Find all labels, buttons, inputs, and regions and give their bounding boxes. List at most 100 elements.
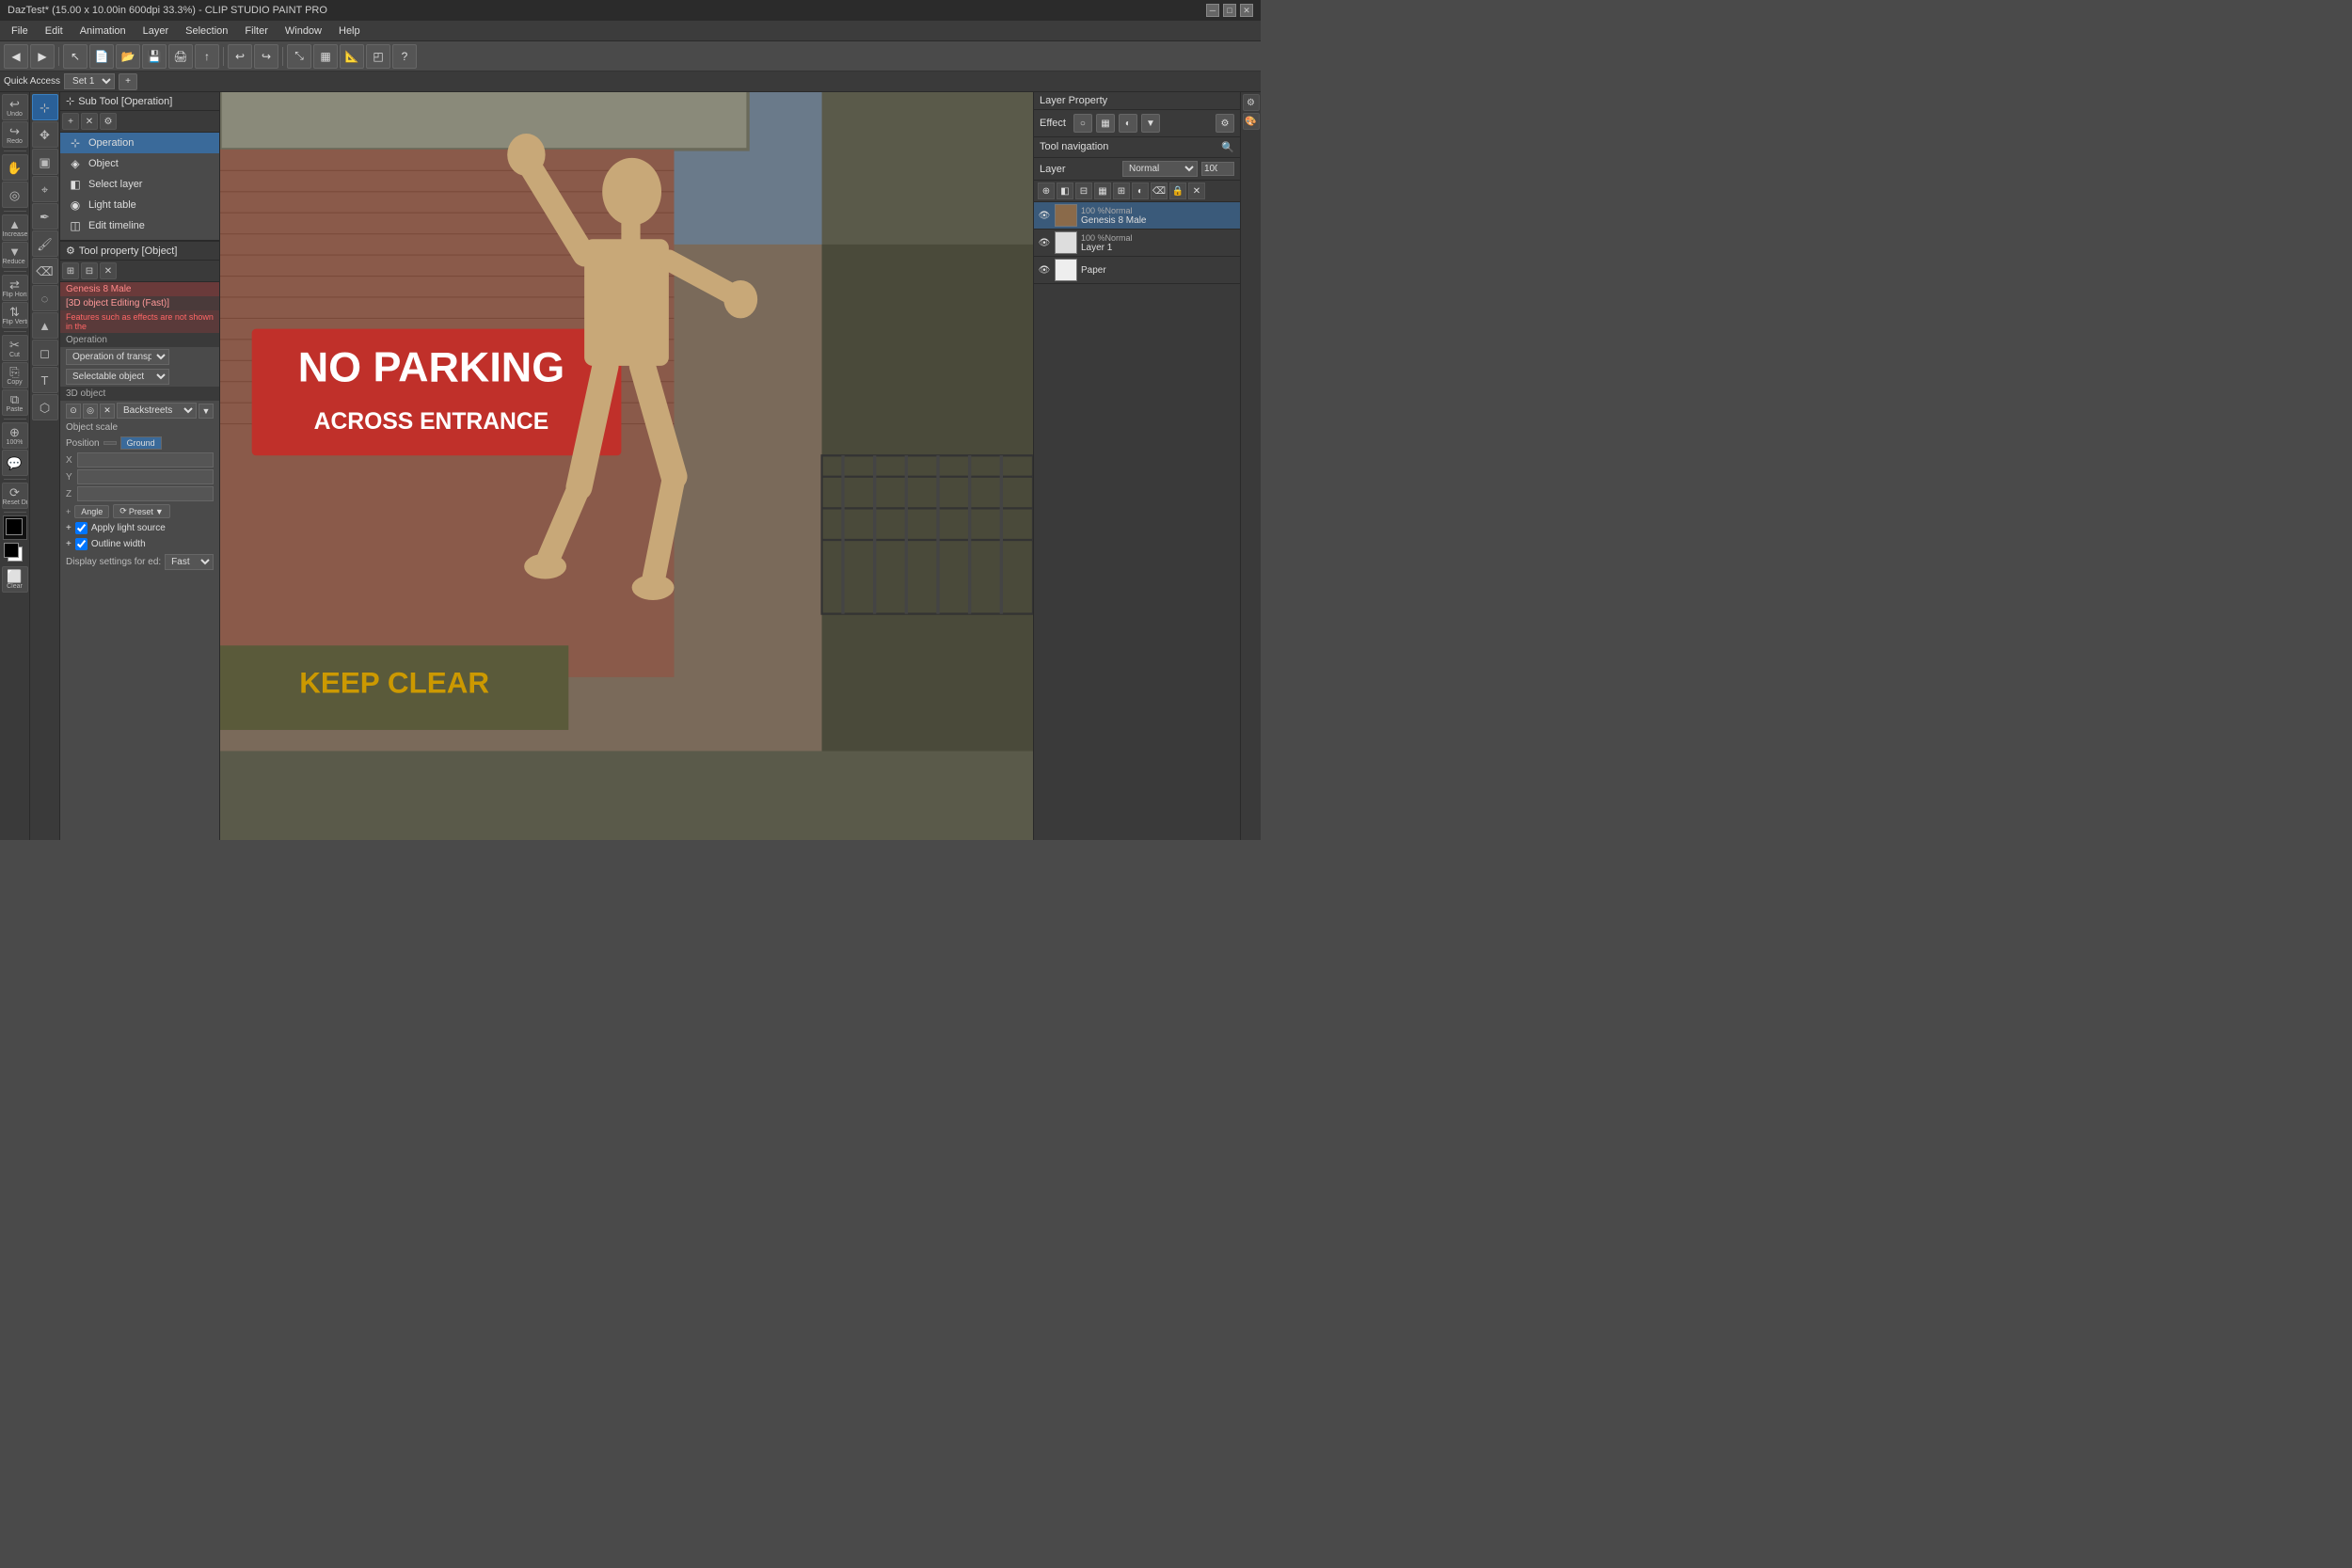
x-input[interactable]: [77, 452, 214, 467]
secondary-operation[interactable]: ⊹: [32, 94, 58, 120]
operation-section-header[interactable]: Operation: [60, 333, 219, 347]
layer-row-paper[interactable]: 👁 Paper: [1034, 257, 1240, 284]
effect-pattern-btn[interactable]: ▦: [1096, 114, 1115, 133]
toolbar-open[interactable]: 📂: [116, 44, 140, 69]
tool-redo[interactable]: ↪ Redo: [2, 121, 28, 148]
tool-undo[interactable]: ↩ Undo: [2, 94, 28, 120]
subtool-select-layer[interactable]: ◧ Select layer: [60, 174, 219, 195]
opacity-input[interactable]: [1201, 162, 1234, 176]
tool-prop-btn-3[interactable]: ✕: [100, 262, 117, 279]
layer-ctrl-2[interactable]: ◧: [1057, 182, 1073, 199]
secondary-fill[interactable]: ▲: [32, 312, 58, 339]
toolbar-ruler[interactable]: 📐: [340, 44, 364, 69]
menu-file[interactable]: File: [4, 24, 36, 39]
selectable-object-dropdown[interactable]: Selectable object: [66, 369, 169, 385]
maximize-button[interactable]: □: [1223, 4, 1236, 17]
display-settings-dropdown[interactable]: Fast: [165, 554, 214, 570]
sub-tool-add[interactable]: +: [62, 113, 79, 130]
menu-selection[interactable]: Selection: [178, 24, 235, 39]
tool-cut[interactable]: ✂ Cut: [2, 335, 28, 361]
3d-obj-icon-1[interactable]: ⊙: [66, 404, 81, 419]
toolbar-transform[interactable]: ⤡: [287, 44, 311, 69]
y-input[interactable]: [77, 469, 214, 484]
subtool-object[interactable]: ◈ Object: [60, 153, 219, 174]
transparent-op-dropdown[interactable]: Operation of transparent part.: [66, 349, 169, 365]
tool-paste[interactable]: ⧉ Paste: [2, 389, 28, 416]
r-icon-1[interactable]: ⚙: [1243, 94, 1260, 111]
tool-clear[interactable]: ⬜ Clear: [2, 566, 28, 593]
toolbar-save[interactable]: 💾: [142, 44, 167, 69]
tool-decrease-brush[interactable]: ▼ Reduce brush size: [2, 242, 28, 268]
toolbar-grid[interactable]: ▦: [313, 44, 338, 69]
sub-tool-delete[interactable]: ✕: [81, 113, 98, 130]
preset-button[interactable]: ⟳ Preset ▼: [113, 504, 169, 518]
3d-object-section-header[interactable]: 3D object: [60, 387, 219, 401]
toolbar-nav-fwd[interactable]: ▶: [30, 44, 55, 69]
r-icon-2[interactable]: 🎨: [1243, 113, 1260, 130]
apply-light-checkbox[interactable]: [75, 522, 87, 534]
toolbar-undo[interactable]: ↩: [228, 44, 252, 69]
menu-filter[interactable]: Filter: [237, 24, 275, 39]
angle-button[interactable]: Angle: [74, 505, 109, 518]
layer-ctrl-5[interactable]: ⊞: [1113, 182, 1130, 199]
pos-btn-default[interactable]: [103, 441, 117, 445]
quick-access-add[interactable]: +: [119, 73, 137, 90]
secondary-text[interactable]: T: [32, 367, 58, 393]
color-swatches[interactable]: [4, 543, 26, 565]
menu-edit[interactable]: Edit: [38, 24, 71, 39]
effect-more-btn[interactable]: ▼: [1141, 114, 1160, 133]
blend-mode-select[interactable]: Normal: [1122, 161, 1198, 177]
quick-access-set-dropdown[interactable]: Set 1: [64, 73, 115, 89]
3d-obj-icon-3[interactable]: ✕: [100, 404, 115, 419]
layer-ctrl-6[interactable]: ◐: [1132, 182, 1149, 199]
secondary-pen[interactable]: ✒: [32, 203, 58, 230]
effect-settings-btn[interactable]: ⚙: [1216, 114, 1234, 133]
toolbar-export[interactable]: ↑: [195, 44, 219, 69]
secondary-erase[interactable]: ⌫: [32, 258, 58, 284]
layer-eye-genesis[interactable]: 👁: [1038, 209, 1051, 222]
layer-ctrl-3[interactable]: ⊟: [1075, 182, 1092, 199]
background-dropdown[interactable]: Backstreets: [117, 403, 197, 419]
effect-circle-btn[interactable]: ○: [1073, 114, 1092, 133]
tool-hand[interactable]: ✋: [2, 154, 28, 181]
tool-eyedropper[interactable]: ◎: [2, 182, 28, 208]
pos-btn-ground[interactable]: Ground: [120, 436, 162, 450]
secondary-3d[interactable]: ⬡: [32, 394, 58, 420]
outline-width-checkbox[interactable]: [75, 538, 87, 550]
tool-flip-vertical[interactable]: ⇅ Flip Vertical: [2, 302, 28, 328]
subtool-operation[interactable]: ⊹ Operation: [60, 133, 219, 153]
subtool-light-table[interactable]: ◉ Light table: [60, 195, 219, 215]
close-button[interactable]: ✕: [1240, 4, 1253, 17]
secondary-select[interactable]: ▣: [32, 149, 58, 175]
layer-ctrl-7[interactable]: ⌫: [1151, 182, 1168, 199]
toolbar-redo[interactable]: ↪: [254, 44, 278, 69]
canvas-3d-scene[interactable]: NO PARKING ACROSS ENTRANCE KEEP CLEAR: [220, 92, 1033, 840]
tool-reset-display[interactable]: ⟳ Reset Display: [2, 483, 28, 509]
sub-tool-settings[interactable]: ⚙: [100, 113, 117, 130]
3d-obj-icon-2[interactable]: ◎: [83, 404, 98, 419]
toolbar-cursor[interactable]: ↖: [63, 44, 87, 69]
layer-eye-paper[interactable]: 👁: [1038, 263, 1051, 277]
menu-window[interactable]: Window: [278, 24, 329, 39]
menu-layer[interactable]: Layer: [135, 24, 177, 39]
subtool-edit-timeline[interactable]: ◫ Edit timeline: [60, 215, 219, 236]
menu-animation[interactable]: Animation: [72, 24, 134, 39]
menu-help[interactable]: Help: [331, 24, 368, 39]
layer-ctrl-9[interactable]: ✕: [1188, 182, 1205, 199]
toolbar-new[interactable]: 📄: [89, 44, 114, 69]
tool-prop-btn-2[interactable]: ⊟: [81, 262, 98, 279]
effect-tone-btn[interactable]: ◐: [1119, 114, 1137, 133]
tool-copy[interactable]: ⎘ Copy: [2, 362, 28, 388]
z-input[interactable]: [77, 486, 214, 501]
tool-prop-btn-1[interactable]: ⊞: [62, 262, 79, 279]
toolbar-nav-back[interactable]: ◀: [4, 44, 28, 69]
toolbar-print[interactable]: 🖨: [168, 44, 193, 69]
tool-zoom[interactable]: ⊕ 100%: [2, 422, 28, 449]
secondary-brush[interactable]: 🖌: [32, 230, 58, 257]
toolbar-perspective[interactable]: ◰: [366, 44, 390, 69]
secondary-blend[interactable]: ◌: [32, 285, 58, 311]
tool-increase-brush[interactable]: ▲ Increase brush size: [2, 214, 28, 241]
layer-eye-layer1[interactable]: 👁: [1038, 236, 1051, 249]
secondary-move[interactable]: ✥: [32, 121, 58, 148]
layer-row-layer1[interactable]: 👁 100 %Normal Layer 1: [1034, 230, 1240, 257]
